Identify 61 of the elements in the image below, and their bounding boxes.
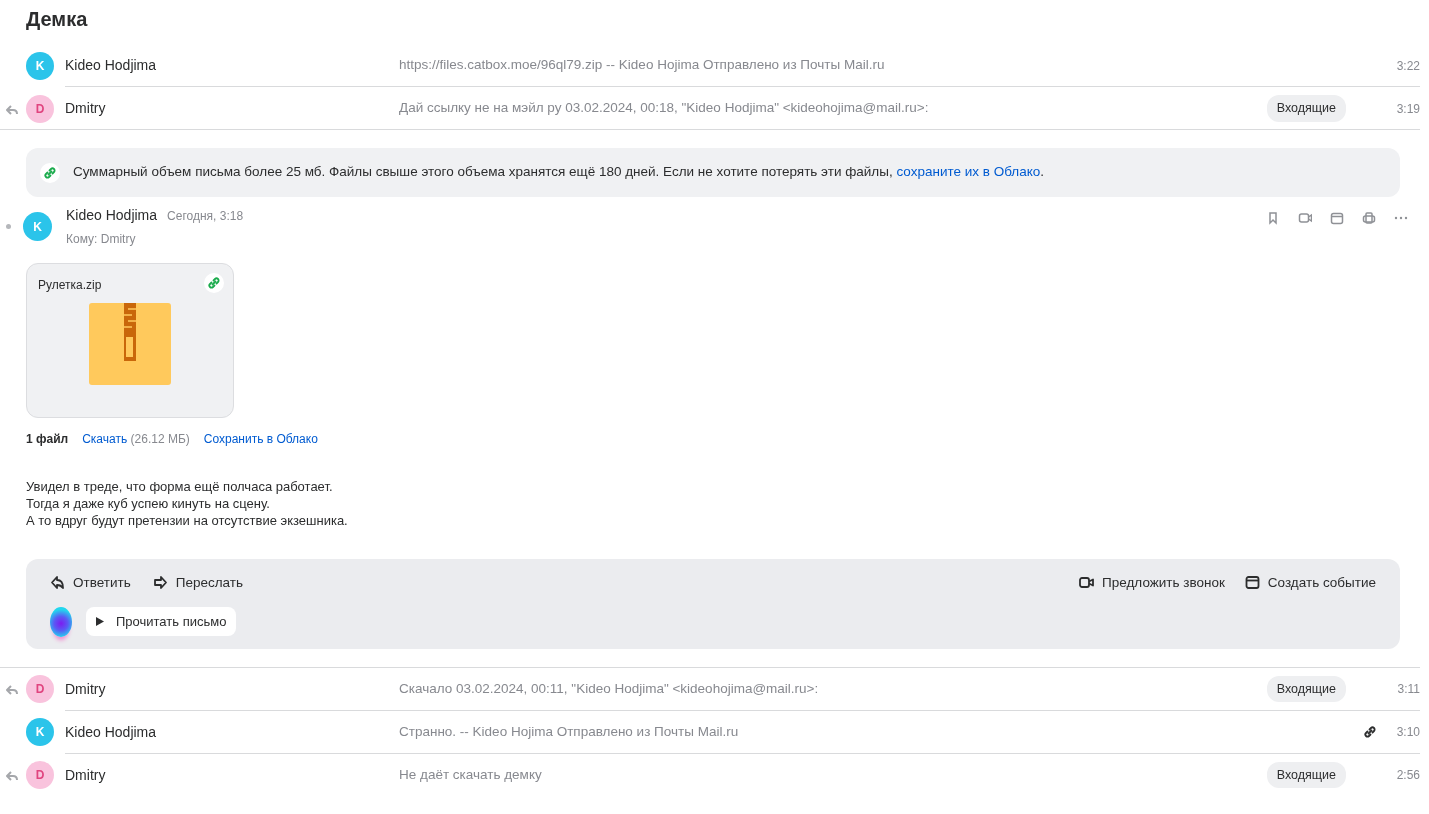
avatar: D — [26, 761, 54, 789]
archive-file-icon — [89, 302, 171, 385]
sender-name: Kideo Hodjima — [65, 56, 158, 75]
sender-name: Dmitry — [65, 99, 107, 118]
message-time: 3:10 — [1395, 724, 1420, 741]
message-time: 2:56 — [1395, 767, 1420, 784]
file-name: Рулетка.zip — [38, 277, 102, 292]
message-time: 3:19 — [1395, 100, 1420, 118]
calendar-icon[interactable] — [1330, 211, 1344, 225]
folder-tag: Входящие — [1266, 95, 1346, 122]
calendar-icon — [1244, 575, 1260, 591]
save-to-cloud-link[interactable]: Сохранить в Облако — [203, 429, 318, 448]
message-time: 3:22 — [1395, 57, 1420, 75]
message-snippet: Скачало 03.02.2024, 00:11, "Kideo Hodjima" <kideohojima@mail.ru>: — [399, 679, 820, 698]
video-call-icon[interactable] — [1298, 211, 1312, 225]
printer-icon[interactable] — [1362, 211, 1376, 225]
message-snippet: Не даёт скачать демку — [399, 765, 543, 784]
read-aloud-button[interactable]: Прочитать письмо — [86, 607, 237, 637]
message-snippet: Странно. -- Kideo Hojima Отправлено из Почты Mail.ru — [399, 722, 740, 741]
avatar: D — [26, 94, 54, 123]
assistant-orb-icon[interactable] — [50, 606, 72, 637]
thread-title: Демка — [26, 7, 89, 32]
forward-button[interactable]: Переслать — [152, 572, 243, 593]
message-time: 3:11 — [1396, 681, 1420, 698]
avatar: K — [26, 51, 54, 80]
suggest-call-button[interactable]: Предложить звонок — [1079, 572, 1225, 593]
status-dot — [6, 224, 11, 229]
avatar: K — [26, 718, 54, 746]
mail-row[interactable]: D Dmitry Дай ссылку не на мэйл ру 03.02.2024, 00:18, "Kideo Hodjima" <kideohojima@mail.ru>: Входящие 3:19 — [0, 87, 1420, 130]
link-icon — [206, 274, 222, 291]
message-snippet: Дай ссылку не на мэйл ру 03.02.2024, 00:18, "Kideo Hodjima" <kideohojima@mail.ru>: — [399, 99, 930, 118]
folder-tag: Входящие — [1266, 675, 1346, 703]
reply-icon — [50, 575, 65, 591]
mail-row[interactable]: K Kideo Hodjima Странно. -- Kideo Hojima Отправлено из Почты Mail.ru 3:10 — [0, 710, 1420, 754]
avatar: K — [23, 212, 52, 241]
link-icon — [42, 164, 58, 181]
mail-row[interactable]: D Dmitry Скачало 03.02.2024, 00:11, "Kideo Hodjima" <kideohojima@mail.ru>: Входящие 3:11 — [0, 667, 1420, 711]
sender-name: Kideo Hodjima — [66, 206, 158, 225]
body-line: Увидел в треде, что форма ещё полчаса работает. — [26, 477, 334, 495]
create-event-button[interactable]: Создать событие — [1244, 572, 1376, 593]
bookmark-icon[interactable] — [1266, 211, 1280, 225]
forward-icon — [152, 575, 168, 591]
download-link[interactable]: Скачать (26.12 МБ) — [82, 429, 190, 448]
reply-button[interactable]: Ответить — [50, 572, 131, 593]
file-count: 1 файл — [26, 430, 69, 448]
avatar: D — [26, 675, 54, 703]
mail-row[interactable]: K Kideo Hodjima https://files.catbox.moe/96ql79.zip -- Kideo Hojima Отправлено из Почты Mail.ru 3:22 — [0, 44, 1420, 87]
play-icon — [96, 617, 104, 627]
sender-name: Dmitry — [65, 679, 107, 699]
body-line: А то вдруг будут претензии на отсутствие экзешника. — [26, 511, 349, 529]
message-snippet: https://files.catbox.moe/96ql79.zip -- Kideo Hojima Отправлено из Почты Mail.ru — [399, 56, 886, 75]
sender-name: Dmitry — [65, 765, 107, 785]
recipient-line: Кому: Dmitry — [66, 231, 136, 248]
body-line: Тогда я даже куб успею кинуть на сцену. — [26, 494, 271, 512]
sender-name: Kideo Hodjima — [65, 722, 158, 742]
file-card[interactable]: Рулетка.zip — [26, 262, 234, 418]
mail-row[interactable]: D Dmitry Не даёт скачать демку Входящие 2:56 — [0, 753, 1420, 797]
notice-text: Суммарный объем письма более 25 мб. Файлы свыше этого объема хранятся ещё 180 дней. Если не хотите потерять эти файлы, сохраните их в Облако. — [73, 163, 1045, 182]
message-date: Сегодня, 3:18 — [167, 208, 244, 225]
video-call-icon — [1079, 575, 1095, 591]
folder-tag: Входящие — [1266, 761, 1346, 789]
